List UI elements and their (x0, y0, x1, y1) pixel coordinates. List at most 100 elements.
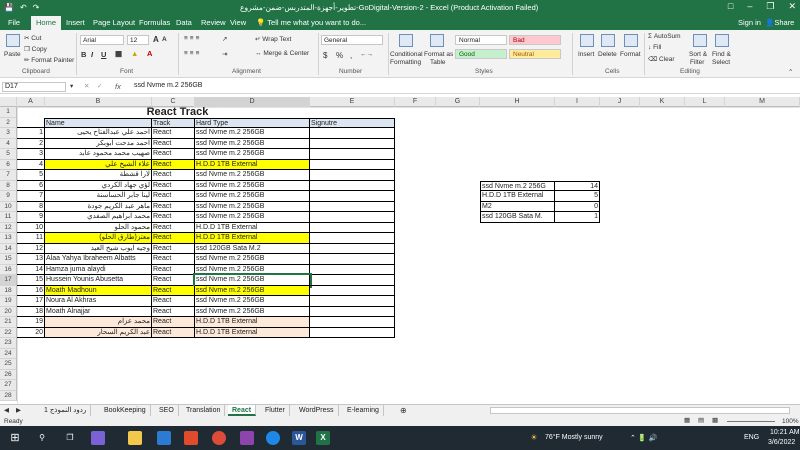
sheet-tab[interactable]: E-learning (343, 405, 384, 416)
undo-icon[interactable]: ↶ (20, 3, 27, 12)
record-hard-type-cell[interactable]: ssd Nvme m.2 256GB (195, 149, 310, 160)
record-signature-cell[interactable] (310, 149, 395, 160)
row-header[interactable]: 14 (0, 243, 17, 254)
orientation-icon[interactable]: ↗ (222, 35, 227, 43)
record-name-cell[interactable]: علاء الشيخ علي (45, 159, 152, 170)
record-signature-cell[interactable] (310, 180, 395, 191)
column-header-j[interactable]: J (600, 97, 640, 107)
record-track-cell[interactable]: React (152, 149, 195, 160)
normal-view-icon[interactable]: ▦ (684, 416, 690, 426)
indent-icon[interactable]: ⇥ (222, 50, 227, 58)
record-track-cell[interactable]: React (152, 317, 195, 328)
select-all-corner[interactable] (0, 97, 17, 107)
align-top-icons[interactable]: ≡≡≡ (184, 35, 201, 42)
row-header[interactable]: 20 (0, 306, 17, 317)
style-good[interactable]: Good (455, 49, 507, 59)
record-hard-type-cell[interactable]: ssd Nvme m.2 256GB (195, 201, 310, 212)
record-name-cell[interactable]: Moath Alnajjar (45, 306, 152, 317)
summary-label-cell[interactable]: H.D.D 1TB External (480, 191, 555, 202)
row-header[interactable]: 18 (0, 285, 17, 296)
row-header[interactable]: 22 (0, 327, 17, 338)
record-hard-type-cell[interactable]: ssd Nvme m.2 256GB (195, 264, 310, 275)
record-number-cell[interactable]: 1 (17, 128, 45, 139)
record-name-cell[interactable]: Hamza juma alaydi (45, 264, 152, 275)
record-signature-cell[interactable] (310, 170, 395, 181)
row-header[interactable]: 27 (0, 380, 17, 391)
row-header[interactable]: 4 (0, 138, 17, 149)
summary-label-cell[interactable]: ssd Nvme m.2 256G (480, 180, 555, 191)
autosum-button[interactable]: Σ AutoSum (648, 33, 681, 40)
row-header[interactable]: 2 (0, 117, 17, 128)
column-header-d[interactable]: D (195, 97, 310, 107)
record-hard-type-cell[interactable]: ssd Nvme m.2 256GB (195, 138, 310, 149)
record-number-cell[interactable]: 4 (17, 159, 45, 170)
maximize-icon[interactable]: ❐ (766, 1, 774, 12)
tab-home[interactable]: Home (31, 16, 62, 30)
prev-sheet-icon[interactable]: ◀ (4, 406, 9, 414)
shrink-font-button[interactable]: A (162, 36, 167, 43)
share-button[interactable]: 👤Share (765, 18, 794, 27)
record-hard-type-cell[interactable]: ssd Nvme m.2 256GB (195, 170, 310, 181)
header-cell[interactable]: Name (45, 117, 152, 128)
new-sheet-icon[interactable]: ⊕ (400, 406, 407, 415)
record-number-cell[interactable]: 14 (17, 264, 45, 275)
record-number-cell[interactable]: 15 (17, 275, 45, 286)
clear-button[interactable]: ⌫ Clear (648, 55, 675, 63)
record-track-cell[interactable]: React (152, 264, 195, 275)
tab-file[interactable]: File (8, 18, 20, 27)
sheet-tab[interactable]: WordPress (295, 405, 339, 416)
cancel-icon[interactable]: ✕ (84, 82, 89, 90)
row-header[interactable]: 28 (0, 390, 17, 401)
fill-color-icon[interactable]: ▲ (131, 49, 138, 58)
row-header[interactable]: 5 (0, 149, 17, 160)
record-signature-cell[interactable] (310, 306, 395, 317)
task-view-icon[interactable]: ❐ (63, 431, 77, 445)
insert-cells-button[interactable]: Insert (578, 51, 594, 58)
record-number-cell[interactable]: 10 (17, 222, 45, 233)
format-as-table-icon[interactable] (430, 34, 444, 47)
record-name-cell[interactable]: ماهر عبد الكريم جودة (45, 201, 152, 212)
record-number-cell[interactable]: 19 (17, 317, 45, 328)
column-header-i[interactable]: I (555, 97, 600, 107)
record-track-cell[interactable]: React (152, 138, 195, 149)
merge-center-button[interactable]: ↔ Merge & Center (255, 50, 309, 57)
record-number-cell[interactable]: 18 (17, 306, 45, 317)
paste-button[interactable]: Paste (4, 51, 21, 58)
summary-count-cell[interactable]: 0 (555, 201, 600, 212)
column-header-b[interactable]: B (45, 97, 152, 107)
header-cell[interactable]: Hard Type (195, 117, 310, 128)
record-track-cell[interactable]: React (152, 254, 195, 265)
clock-date[interactable]: 3/6/2022 (768, 439, 795, 446)
close-icon[interactable]: ✕ (788, 1, 796, 12)
clock-time[interactable]: 10:21 AM (770, 429, 800, 436)
record-name-cell[interactable]: محمد عزام (45, 317, 152, 328)
column-header-a[interactable]: A (17, 97, 45, 107)
row-header[interactable]: 1 (0, 107, 17, 118)
save-icon[interactable]: 💾 (4, 3, 14, 12)
media-icon[interactable] (240, 431, 254, 445)
record-track-cell[interactable]: React (152, 327, 195, 338)
record-hard-type-cell[interactable]: ssd Nvme m.2 256GB (195, 296, 310, 307)
tab-data[interactable]: Data (176, 18, 192, 27)
record-number-cell[interactable]: 9 (17, 212, 45, 223)
record-signature-cell[interactable] (310, 243, 395, 254)
excel-icon[interactable]: X (316, 431, 330, 445)
record-signature-cell[interactable] (310, 233, 395, 244)
sheet-tab[interactable]: Flutter (261, 405, 290, 416)
record-hard-type-cell[interactable]: H.D.D 1TB External (195, 222, 310, 233)
record-hard-type-cell[interactable]: H.D.D 1TB External (195, 233, 310, 244)
record-number-cell[interactable]: 7 (17, 191, 45, 202)
ribbon-display-icon[interactable]: □ (728, 1, 733, 12)
record-name-cell[interactable]: احمد علي عبدالفتاح يحيى (45, 128, 152, 139)
record-hard-type-cell[interactable]: H.D.D 1TB External (195, 159, 310, 170)
zoom-slider[interactable] (727, 421, 775, 422)
record-name-cell[interactable]: Alaa Yahya Ibraheem Albatts (45, 254, 152, 265)
font-color-icon[interactable]: A (147, 49, 152, 58)
record-track-cell[interactable]: React (152, 180, 195, 191)
summary-count-cell[interactable]: 1 (555, 212, 600, 223)
record-signature-cell[interactable] (310, 212, 395, 223)
record-track-cell[interactable]: React (152, 285, 195, 296)
tab-page-layout[interactable]: Page Layout (93, 18, 135, 27)
record-hard-type-cell[interactable]: H.D.D 1TB External (195, 317, 310, 328)
record-hard-type-cell[interactable]: ssd Nvme m.2 256GB (193, 273, 312, 288)
